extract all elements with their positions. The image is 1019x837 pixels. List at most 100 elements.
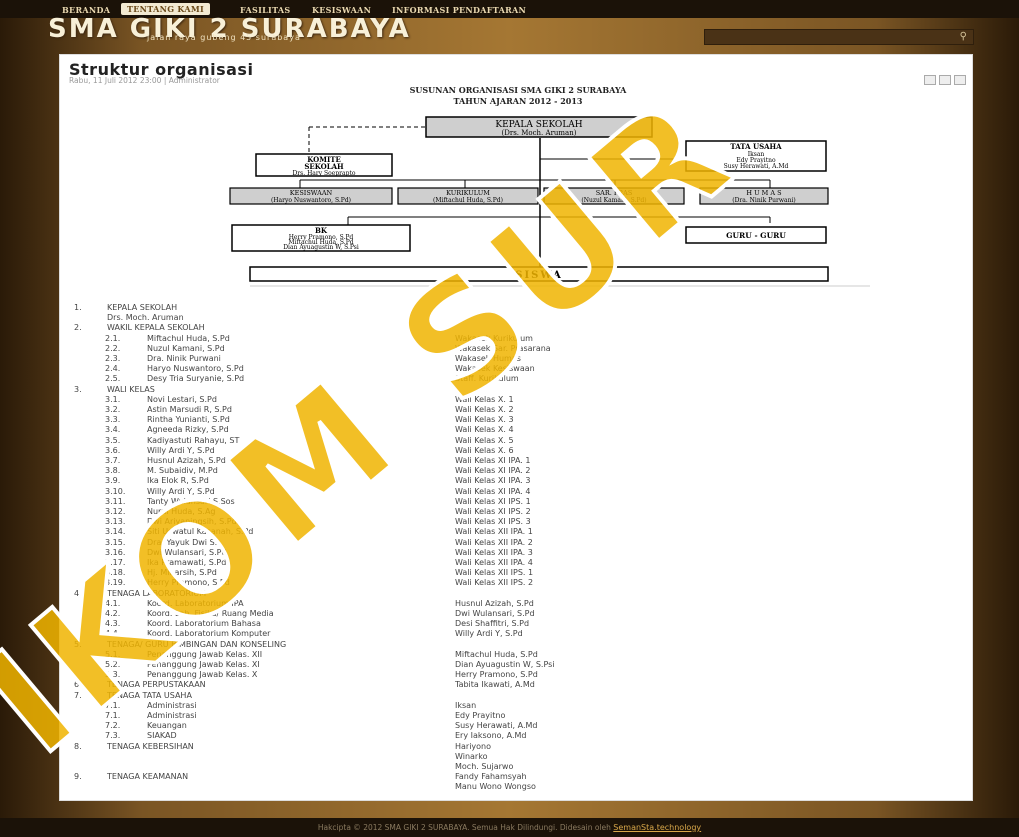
- list-item-value: Willy Ardi Y, S.Pd: [455, 629, 523, 639]
- list-item-value: Wali Kelas X. 3: [455, 415, 514, 425]
- list-item-label: Desy Tria Suryanie, S.Pd: [147, 374, 245, 384]
- list-item-number: 3.12.: [105, 507, 126, 516]
- list-item-value: Wali Kelas XI IPS. 2: [455, 507, 531, 516]
- list-item-number: 3.5.: [105, 435, 121, 445]
- list-item-value: Desi Shaffitri, S.Pd: [455, 619, 530, 629]
- list-item-number: 7.1.: [105, 700, 121, 710]
- list-item-number: 4.4.: [105, 629, 121, 639]
- list-item-value: Husnul Azizah, S.Pd: [455, 598, 534, 608]
- content-panel: Struktur organisasi Rabu, 11 Juli 2012 2…: [59, 54, 973, 801]
- search-input[interactable]: ⚲: [704, 29, 974, 45]
- list-item-label: Koord. Lab. Fisika/ Ruang Media: [147, 609, 274, 618]
- list-item-label: Astin Marsudi R, S.Pd: [147, 405, 232, 414]
- footer-text: Hakcipta © 2012 SMA GIKI 2 SURABAYA. Sem…: [317, 823, 614, 832]
- list-item-label: Siti Uswatul Kasanah, S.Pd: [147, 527, 254, 537]
- list-item-number: 3.3.: [105, 415, 121, 425]
- list-item-label: Penanggung Jawab Kelas. X: [147, 670, 258, 680]
- list-item-number: 3.17.: [105, 558, 126, 567]
- footer-credit-link[interactable]: SemanSta.technology: [613, 823, 701, 832]
- list-item-label: Ika Elok R, S.Pd: [147, 476, 209, 486]
- list-item-number: 3.: [74, 384, 82, 394]
- list-item-number: 5.3.: [105, 670, 121, 680]
- list-item-value: Wali Kelas XI IPA. 3: [455, 476, 531, 486]
- org-wakil-name-2: (Miftachul Huda, S.Pd): [433, 197, 503, 204]
- org-wakil-name-4: (Dra. Ninik Purwani): [732, 197, 796, 204]
- org-wakil-title-4: H U M A S: [746, 189, 781, 197]
- list-item-label: TENAGA LABORATORIUM: [107, 588, 207, 598]
- list-item-label: Koord. Laboratorium Komputer: [147, 629, 271, 639]
- org-wakil-title-3: SAR. PRAS: [596, 189, 633, 197]
- nav-item-informasi-pendaftaran[interactable]: INFORMASI PENDAFTARAN: [392, 5, 526, 15]
- list-item-label: Miftachul Huda, S.Pd: [147, 333, 230, 343]
- list-item-label: Agneeda Rizky, S.Pd: [147, 425, 229, 435]
- list-item-label: Ika Pramawati, S.Pd: [147, 558, 227, 567]
- list-item-number: 2.5.: [105, 374, 121, 384]
- list-item-value: Wali Kelas XI IPS. 3: [455, 517, 531, 527]
- list-item-value: Dwi Wulansari, S.Pd: [455, 609, 535, 618]
- list-item-value: Wali Kelas X. 6: [455, 445, 514, 455]
- list-item-label: Willy Ardi Y, S.Pd: [147, 486, 215, 496]
- list-item-value: Ery Iaksono, A.Md: [455, 731, 527, 741]
- list-item-value: Wali Kelas X. 2: [455, 405, 514, 414]
- list-item-number: 4.3.: [105, 619, 121, 629]
- org-guru: GURU - GURU: [726, 231, 786, 240]
- list-item-label: Nuzul Kamani, S.Pd: [147, 343, 225, 353]
- list-item-value: Wakasek Kurikulum: [455, 333, 533, 343]
- list-item-value: Staff. Kurikulum: [455, 374, 519, 384]
- list-item-number: 2.: [74, 323, 82, 333]
- list-item-value: Hariyono: [455, 741, 492, 751]
- list-item-label: Willy Ardi Y, S.Pd: [147, 445, 215, 455]
- list-item-number: 3.19.: [105, 578, 126, 588]
- list-item-number: 3.9.: [105, 476, 121, 486]
- list-item-value: Wali Kelas XI IPS. 1: [455, 496, 531, 506]
- list-item-label: TENAGA/ GURU BIMBINGAN DAN KONSELING: [107, 639, 287, 649]
- list-item-value: Wali Kelas XII IPA. 1: [455, 527, 533, 537]
- list-item-label: Keuangan: [147, 721, 187, 731]
- site-subtitle: jalan raya gubeng 45 surabaya: [147, 33, 301, 42]
- list-item-value: Wali Kelas XII IPS. 2: [455, 578, 534, 588]
- list-item-number: 5.: [74, 639, 82, 649]
- list-item-number: 3.16.: [105, 547, 126, 557]
- list-item-value: Fandy Fahamsyah: [455, 772, 527, 782]
- list-item-label: TENAGA KEAMANAN: [107, 772, 189, 782]
- list-item-number: 2.4.: [105, 364, 121, 374]
- list-item-label: Dra. Ninik Purwani: [147, 354, 221, 363]
- list-item-value: Wali Kelas XI IPA. 2: [455, 466, 531, 476]
- list-item-number: 3.13.: [105, 517, 126, 527]
- search-icon[interactable]: ⚲: [960, 31, 967, 42]
- list-item-number: 2.1.: [105, 333, 121, 343]
- list-item-label: Dwi Wulansari, S.Pd: [147, 547, 227, 557]
- org-wakil-title-1: KESISWAAN: [290, 189, 333, 197]
- list-item-number: 5.1.: [105, 649, 121, 659]
- list-item-value: Tabita Ikawati, A.Md: [455, 680, 535, 690]
- list-item-label: Husnul Azizah, S.Pd: [147, 456, 226, 465]
- list-item-number: 3.1.: [105, 394, 121, 404]
- footer: Hakcipta © 2012 SMA GIKI 2 SURABAYA. Sem…: [0, 818, 1019, 837]
- list-item-label: Administrasi: [147, 711, 197, 720]
- org-komite-name: Drs. Hary Soeprapto: [293, 170, 356, 177]
- list-item-label: Penanggung Jawab Kelas. XII: [147, 649, 263, 659]
- list-item-value: Herry Pramono, S.Pd: [455, 670, 538, 680]
- list-item-label: Kadiyastuti Rahayu, ST: [147, 435, 240, 445]
- list-item-label: Tanty Wulansari S.Sos: [147, 496, 235, 506]
- list-item-number: 3.18.: [105, 568, 126, 578]
- list-item-value: Wali Kelas XII IPA. 3: [455, 547, 533, 557]
- list-item-label: Penanggung Jawab Kelas. XI: [147, 660, 260, 669]
- list-item-number: 3.7.: [105, 456, 121, 465]
- org-wakil-name-3: (Nuzul Kamani, S.Pd): [581, 197, 646, 204]
- list-item-label: Novi Lestari, S.Pd: [147, 394, 217, 404]
- list-item-value: Manu Wono Wongso: [455, 782, 536, 792]
- list-item-number: 3.4.: [105, 425, 121, 435]
- list-item-label: Dwi Ariyaningsih, S.Pd: [147, 517, 237, 527]
- list-item-value: Wali Kelas X. 1: [455, 394, 514, 404]
- list-item-value: Edy Prayitno: [455, 711, 506, 720]
- list-item-number: 3.15.: [105, 537, 126, 547]
- list-item-label: Dra. Yayuk Dwi S.: [147, 537, 218, 547]
- list-item-label: Herry Pramono, S.Pd: [147, 578, 230, 588]
- list-item-number: 3.2.: [105, 405, 121, 414]
- list-item-value: Iksan: [455, 700, 477, 710]
- list-item-number: 7.1.: [105, 711, 121, 720]
- list-item-number: 3.11.: [105, 496, 126, 506]
- list-item-label: Rintha Yunianti, S.Pd: [147, 415, 230, 425]
- org-tu-name-3: Susy Herawati, A.Md: [724, 163, 789, 170]
